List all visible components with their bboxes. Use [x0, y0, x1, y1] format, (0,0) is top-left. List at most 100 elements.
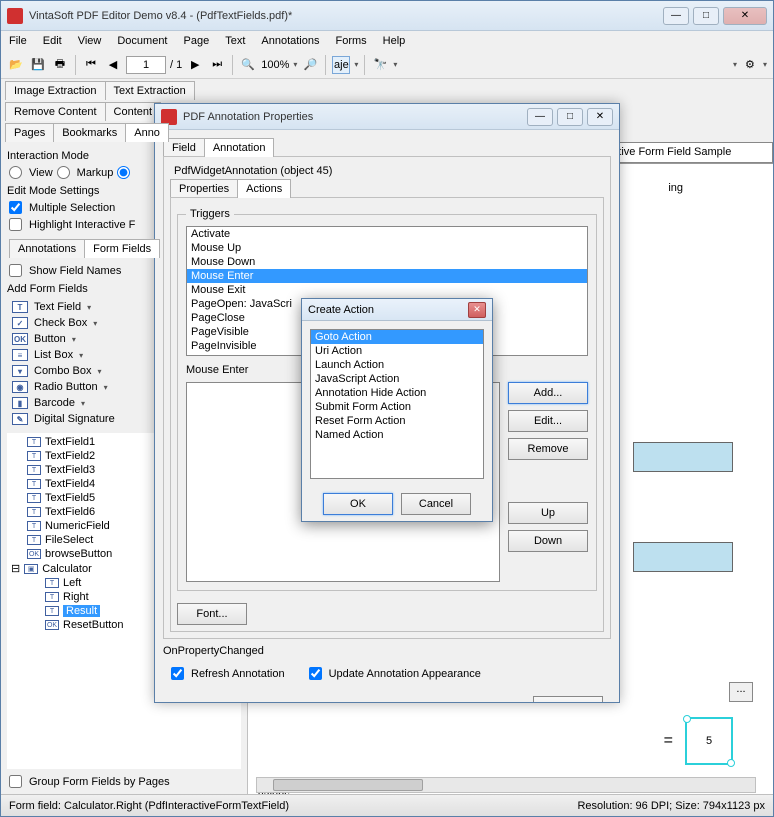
- action-item[interactable]: Launch Action: [311, 358, 483, 372]
- action-item[interactable]: Named Action: [311, 428, 483, 442]
- edit-button[interactable]: Edit...: [508, 410, 588, 432]
- doc-ing: ing: [668, 182, 683, 194]
- menu-help[interactable]: Help: [383, 35, 406, 47]
- chevron-down-icon: ▾: [97, 367, 101, 376]
- next-page-icon[interactable]: ▶: [186, 56, 204, 74]
- barcode-icon: ▮: [12, 397, 28, 409]
- app-icon: [7, 8, 23, 24]
- text-dropdown-icon[interactable]: ▾: [354, 60, 358, 69]
- window-controls: ― □ ✕: [663, 7, 767, 25]
- tab-annotations[interactable]: Annotations: [9, 239, 85, 258]
- tab-text-extraction[interactable]: Text Extraction: [105, 81, 195, 100]
- trigger-item[interactable]: Activate: [187, 227, 587, 241]
- tab-properties[interactable]: Properties: [170, 179, 238, 198]
- doc-browse-button[interactable]: ...: [729, 682, 753, 702]
- tool-dropdown-icon[interactable]: ▾: [763, 60, 767, 69]
- highlight-checkbox[interactable]: [9, 218, 22, 231]
- tab-content[interactable]: Content: [105, 102, 162, 121]
- text-field-icon: T: [27, 521, 41, 531]
- menu-forms[interactable]: Forms: [336, 35, 367, 47]
- maximize-button[interactable]: □: [693, 7, 719, 25]
- first-page-icon[interactable]: ⏮: [82, 56, 100, 74]
- menu-text[interactable]: Text: [225, 35, 245, 47]
- find-dropdown-icon[interactable]: ▾: [393, 60, 397, 69]
- tab-field[interactable]: Field: [163, 138, 205, 157]
- ok-button[interactable]: OK: [323, 493, 393, 515]
- last-page-icon[interactable]: ⏭: [208, 56, 226, 74]
- trigger-item-selected[interactable]: Mouse Enter: [187, 269, 587, 283]
- tab-remove-content[interactable]: Remove Content: [5, 102, 106, 121]
- cancel-button[interactable]: Cancel: [401, 493, 471, 515]
- doc-field-1[interactable]: [633, 442, 733, 472]
- collapse-icon[interactable]: ⊟: [11, 562, 20, 575]
- open-icon[interactable]: 📂: [7, 56, 25, 74]
- menu-document[interactable]: Document: [117, 35, 167, 47]
- refresh-checkbox[interactable]: [171, 667, 184, 680]
- statusbar: Form field: Calculator.Right (PdfInterac…: [1, 794, 773, 816]
- view-radio[interactable]: [9, 166, 22, 179]
- window-title: VintaSoft PDF Editor Demo v8.4 - (PdfTex…: [29, 10, 663, 22]
- show-field-names-checkbox[interactable]: [9, 264, 22, 277]
- zoom-dropdown-icon[interactable]: ▾: [293, 60, 297, 69]
- action-item-selected[interactable]: Goto Action: [311, 330, 483, 344]
- horizontal-scrollbar[interactable]: [256, 777, 756, 793]
- save-icon[interactable]: 💾: [29, 56, 47, 74]
- action-type-list[interactable]: Goto Action Uri Action Launch Action Jav…: [310, 329, 484, 479]
- zoom-out-icon[interactable]: 🔍: [239, 56, 257, 74]
- zoom-in-icon[interactable]: 🔎: [301, 56, 319, 74]
- tab-form-fields[interactable]: Form Fields: [84, 239, 160, 258]
- up-button[interactable]: Up: [508, 502, 588, 524]
- page-number-input[interactable]: [126, 56, 166, 74]
- trigger-item[interactable]: Mouse Exit: [187, 283, 587, 297]
- tab-image-extraction[interactable]: Image Extraction: [5, 81, 106, 100]
- action-item[interactable]: Uri Action: [311, 344, 483, 358]
- edit-radio[interactable]: [117, 166, 130, 179]
- action-item[interactable]: Reset Form Action: [311, 414, 483, 428]
- tab-anno[interactable]: Anno: [125, 123, 169, 142]
- action-item[interactable]: JavaScript Action: [311, 372, 483, 386]
- tab-pages[interactable]: Pages: [5, 123, 54, 142]
- scrollbar-thumb[interactable]: [273, 779, 423, 791]
- find-icon[interactable]: 🔭: [371, 56, 389, 74]
- menu-annotations[interactable]: Annotations: [261, 35, 319, 47]
- print-icon[interactable]: 🖶: [51, 56, 69, 74]
- tool-icon[interactable]: ⚙: [741, 56, 759, 74]
- menu-edit[interactable]: Edit: [43, 35, 62, 47]
- close-dialog-button[interactable]: Close: [533, 696, 603, 702]
- text-field-icon: T: [27, 437, 41, 447]
- refresh-label: Refresh Annotation: [191, 668, 285, 680]
- group-by-pages-checkbox[interactable]: [9, 775, 22, 788]
- menu-view[interactable]: View: [78, 35, 102, 47]
- multiple-selection-checkbox[interactable]: [9, 201, 22, 214]
- trigger-item[interactable]: Mouse Up: [187, 241, 587, 255]
- markup-radio[interactable]: [57, 166, 70, 179]
- trigger-item[interactable]: Mouse Down: [187, 255, 587, 269]
- chevron-down-icon: ▾: [81, 399, 85, 408]
- prev-page-icon[interactable]: ◀: [104, 56, 122, 74]
- tab-annotation[interactable]: Annotation: [204, 138, 275, 157]
- tab-actions[interactable]: Actions: [237, 179, 291, 198]
- close-button[interactable]: ✕: [723, 7, 767, 25]
- doc-field-2[interactable]: [633, 542, 733, 572]
- dialog-minimize-button[interactable]: ―: [527, 108, 553, 126]
- down-button[interactable]: Down: [508, 530, 588, 552]
- dialog-close-button[interactable]: ✕: [587, 108, 613, 126]
- create-action-close-button[interactable]: ✕: [468, 302, 486, 318]
- font-button[interactable]: Font...: [177, 603, 247, 625]
- minimize-button[interactable]: ―: [663, 7, 689, 25]
- menu-file[interactable]: File: [9, 35, 27, 47]
- update-checkbox[interactable]: [309, 667, 322, 680]
- action-item[interactable]: Annotation Hide Action: [311, 386, 483, 400]
- chevron-down-icon: ▾: [72, 335, 76, 344]
- text-tool-icon[interactable]: aje: [332, 56, 350, 74]
- page-total: / 1: [170, 59, 182, 71]
- settings-dropdown-icon[interactable]: ▾: [733, 60, 737, 69]
- doc-result-field[interactable]: 5: [685, 717, 733, 765]
- dialog-maximize-button[interactable]: □: [557, 108, 583, 126]
- text-field-icon: T: [45, 578, 59, 588]
- menu-page[interactable]: Page: [184, 35, 210, 47]
- remove-button[interactable]: Remove: [508, 438, 588, 460]
- action-item[interactable]: Submit Form Action: [311, 400, 483, 414]
- add-button[interactable]: Add...: [508, 382, 588, 404]
- tab-bookmarks[interactable]: Bookmarks: [53, 123, 126, 142]
